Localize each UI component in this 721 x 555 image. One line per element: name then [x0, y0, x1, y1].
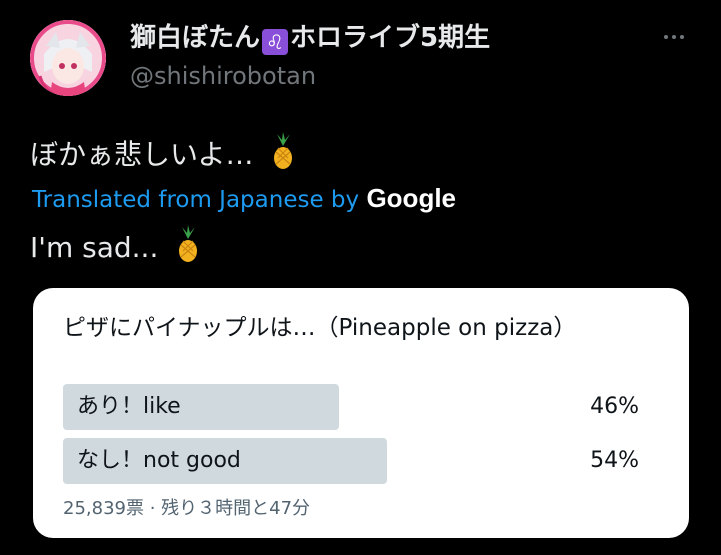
more-icon: [664, 35, 668, 39]
avatar-image: [30, 20, 106, 96]
translation-attribution[interactable]: Translated from Japanese by Google: [32, 182, 456, 216]
poll-option-label: なし！not good: [77, 448, 241, 473]
pineapple-icon: [179, 225, 198, 262]
poll-meta: 25,839票 · 残り３時間と47分: [63, 498, 311, 519]
google-logo: Google: [366, 183, 457, 213]
more-options-button[interactable]: [654, 22, 694, 52]
tweet-text: ぼかぁ悲しいよ…: [30, 132, 298, 175]
translated-text: I'm sad...: [30, 225, 203, 268]
zodiac-badge-icon: ♌: [262, 29, 289, 55]
poll-option-label: あり！like: [77, 394, 181, 419]
poll-option-percent: 46%: [590, 394, 639, 419]
poll-card: ピザにパイナップルは…（Pineapple on pizza） あり！like …: [33, 288, 689, 538]
display-name-suffix: ホロライブ5期生: [290, 23, 491, 53]
poll-option-percent: 54%: [590, 448, 639, 473]
poll-question: ピザにパイナップルは…（Pineapple on pizza）: [63, 315, 577, 341]
more-icon-dot: [672, 35, 676, 39]
display-name[interactable]: 獅白ぼたん ♌ ホロライブ5期生: [130, 20, 490, 56]
user-handle[interactable]: @shishirobotan: [130, 60, 316, 92]
poll-option-not-good[interactable]: なし！not good 54%: [63, 438, 663, 484]
display-name-text: 獅白ぼたん: [130, 23, 261, 53]
tweet-text-body: ぼかぁ悲しいよ…: [30, 138, 254, 171]
poll-option-like[interactable]: あり！like 46%: [63, 384, 663, 430]
avatar[interactable]: [30, 20, 106, 96]
translated-text-body: I'm sad...: [30, 231, 159, 264]
translated-from-label: Translated from Japanese by: [32, 187, 360, 213]
more-icon-dot: [680, 35, 684, 39]
pineapple-icon: [274, 132, 293, 169]
